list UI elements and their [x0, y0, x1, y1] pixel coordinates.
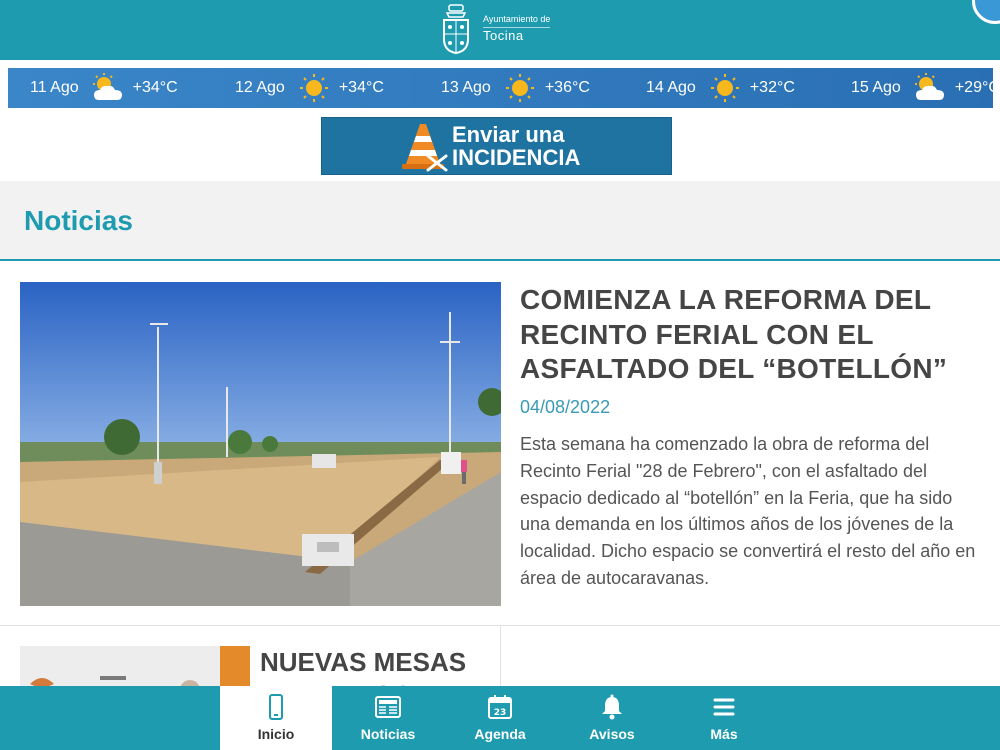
- bottom-navigation: Inicio Noticias 23 Agenda Avisos Más: [0, 686, 1000, 750]
- nav-label: Inicio: [257, 726, 295, 742]
- weather-temp: +29°C: [954, 79, 993, 96]
- nav-item-mas[interactable]: Más: [668, 686, 780, 750]
- sun-icon: [505, 74, 534, 102]
- article-title[interactable]: COMIENZA LA REFORMA DEL RECINTO FERIAL C…: [520, 283, 990, 387]
- weather-temp: +34°C: [338, 79, 384, 96]
- incident-line2: INCIDENCIA: [452, 145, 581, 170]
- send-incident-banner[interactable]: Enviar una INCIDENCIA: [321, 117, 672, 175]
- nav-label: Avisos: [589, 726, 635, 742]
- town-logo[interactable]: Ayuntamiento de Tocina: [441, 3, 551, 55]
- sun-icon: [710, 74, 739, 102]
- nav-item-noticias[interactable]: Noticias: [332, 686, 444, 750]
- weather-date: 13 Ago: [441, 79, 491, 96]
- corner-action-button[interactable]: [972, 0, 1000, 24]
- partly-cloudy-icon: [92, 73, 122, 100]
- article-image[interactable]: [20, 282, 501, 606]
- section-title: Noticias: [24, 205, 133, 236]
- nav-item-avisos[interactable]: Avisos: [556, 686, 668, 750]
- weather-date: 12 Ago: [235, 79, 285, 96]
- nav-label: Noticias: [360, 726, 416, 742]
- weather-day: 13 Ago +36°C: [441, 68, 590, 108]
- news-section-header: Noticias: [0, 181, 1000, 261]
- logo-text: Ayuntamiento de Tocina: [483, 13, 551, 43]
- newspaper-icon: [375, 696, 401, 718]
- partly-cloudy-icon: [914, 73, 944, 100]
- calendar-icon: 23: [488, 695, 512, 719]
- weather-day: 15 Ago +29°C: [851, 68, 993, 108]
- weather-day: 14 Ago +32°C: [646, 68, 795, 108]
- crest-icon: [443, 4, 469, 55]
- phone-icon: [269, 694, 283, 720]
- construction-photo: [20, 282, 501, 606]
- nav-label: Más: [710, 726, 738, 742]
- article-summary: Esta semana ha comenzado la obra de refo…: [520, 434, 976, 589]
- weather-date: 14 Ago: [646, 79, 696, 96]
- app-header: Ayuntamiento de Tocina: [0, 0, 1000, 60]
- weather-forecast-bar: 11 Ago +34°C 12 Ago +34°C 13 Ago +36°C 1…: [8, 68, 993, 108]
- weather-temp: +36°C: [544, 79, 590, 96]
- article-date: 04/08/2022: [520, 397, 611, 417]
- sun-icon: [299, 74, 328, 102]
- nav-item-inicio[interactable]: Inicio: [220, 686, 332, 750]
- weather-date: 15 Ago: [851, 79, 901, 96]
- weather-temp: +32°C: [749, 79, 795, 96]
- weather-day: 12 Ago +34°C: [235, 68, 384, 108]
- logo-line1: Ayuntamiento de: [483, 13, 551, 24]
- incident-text: Enviar una INCIDENCIA: [452, 123, 580, 169]
- nav-label: Agenda: [474, 726, 526, 742]
- bell-icon: [602, 694, 622, 720]
- weather-day: 11 Ago +34°C: [30, 68, 178, 108]
- nav-item-agenda[interactable]: 23 Agenda: [444, 686, 556, 750]
- weather-temp: +34°C: [132, 79, 178, 96]
- incident-line1: Enviar una: [452, 121, 565, 147]
- traffic-cone-icon: [402, 124, 448, 172]
- logo-line2: Tocina: [483, 26, 551, 43]
- menu-icon: [713, 698, 735, 716]
- calendar-day: 23: [494, 708, 507, 718]
- article-title[interactable]: NUEVAS MESAS DE AIR HOCKEY: [260, 646, 490, 690]
- weather-date: 11 Ago: [30, 79, 79, 96]
